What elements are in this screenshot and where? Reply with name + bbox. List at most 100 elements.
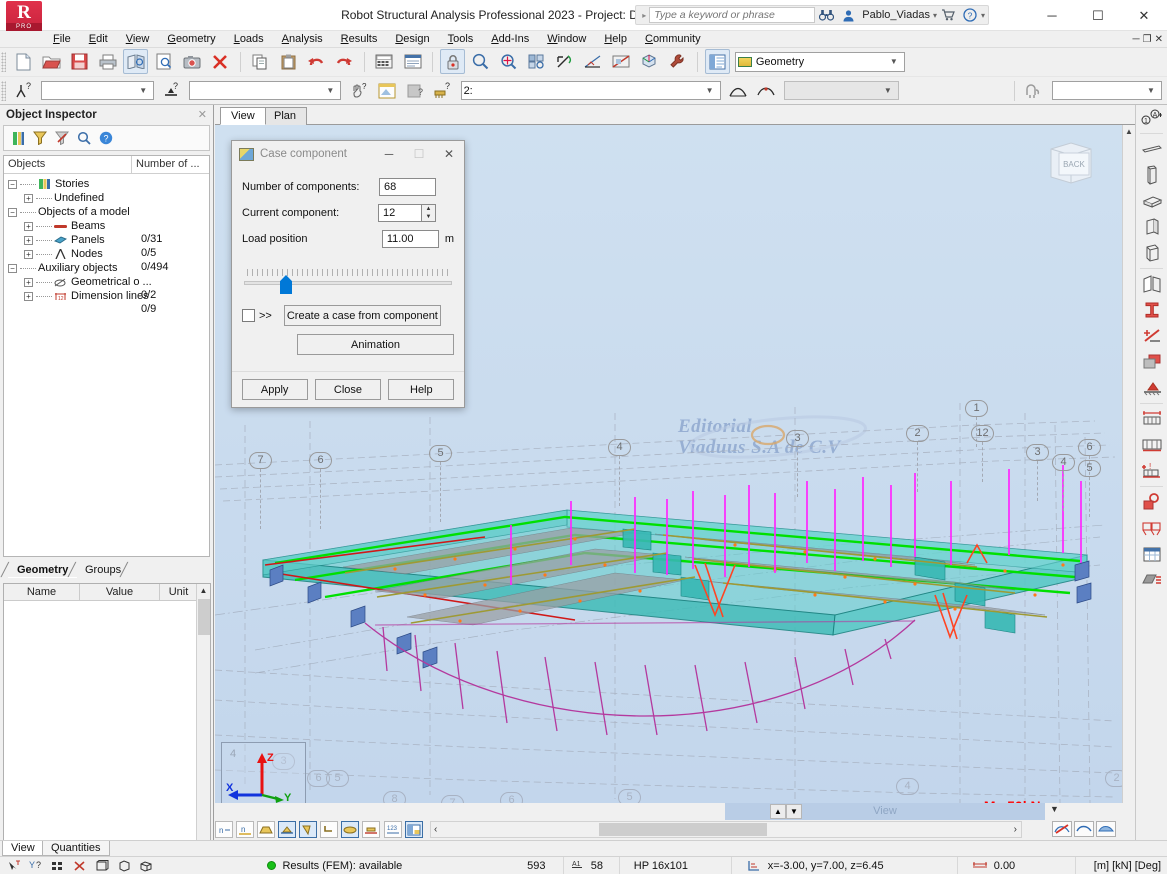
link-release-icon[interactable] xyxy=(1137,489,1167,515)
maximize-button[interactable]: ☐ xyxy=(1075,0,1121,31)
tree-node[interactable]: + Undefined xyxy=(8,191,209,205)
tree-expander-icon[interactable]: + xyxy=(24,193,33,203)
menu-item-edit[interactable]: Edit xyxy=(80,32,117,46)
section-combo[interactable]: ▼ xyxy=(1051,81,1162,100)
search-icon[interactable] xyxy=(75,129,93,147)
menu-item-window[interactable]: Window xyxy=(538,32,595,46)
support-query-icon[interactable]: ? xyxy=(159,78,184,103)
scroll-right-icon[interactable]: › xyxy=(1014,822,1017,837)
slab-icon[interactable] xyxy=(1137,188,1167,214)
mesh-icon[interactable] xyxy=(1137,515,1167,541)
scroll-up-icon[interactable]: ▲ xyxy=(197,584,210,598)
dimensions-icon[interactable]: 123 xyxy=(383,821,402,838)
panel-display-icon[interactable] xyxy=(374,78,399,103)
component-slider[interactable] xyxy=(244,269,452,295)
scroll-up-icon[interactable]: ▲ xyxy=(1123,125,1135,138)
lock-icon[interactable] xyxy=(440,49,466,74)
shaded-render-icon[interactable] xyxy=(1096,821,1116,837)
spinner-down-icon[interactable]: ▼ xyxy=(422,213,435,221)
menu-item-community[interactable]: Community xyxy=(636,32,710,46)
mdi-close-button[interactable]: ✕ xyxy=(1155,34,1163,45)
search-expander-icon[interactable]: ▸ xyxy=(639,11,649,20)
object-tree[interactable]: Objects Number of ... − Stories + Undefined… xyxy=(3,155,210,557)
projection-icon[interactable] xyxy=(552,49,577,74)
close-button-dialog[interactable]: Close xyxy=(314,379,381,400)
menu-item-view[interactable]: View xyxy=(117,32,159,46)
load-query-icon[interactable]: ? xyxy=(402,78,427,103)
menu-item-geometry[interactable]: Geometry xyxy=(158,32,224,46)
calculation-report-icon[interactable] xyxy=(400,49,425,74)
menu-item-analysis[interactable]: Analysis xyxy=(273,32,332,46)
menu-item-design[interactable]: Design xyxy=(386,32,438,46)
paste-icon[interactable] xyxy=(276,49,301,74)
tab-view[interactable]: View xyxy=(220,107,266,125)
menu-item-results[interactable]: Results xyxy=(332,32,387,46)
properties-scrollbar[interactable]: ▲ xyxy=(196,584,210,874)
wall-icon[interactable] xyxy=(1137,214,1167,240)
close-button[interactable]: ✕ xyxy=(1121,0,1167,31)
input-number-of-components[interactable] xyxy=(379,178,436,196)
panel-icon[interactable] xyxy=(1137,240,1167,266)
case-component-dialog[interactable]: Case component ─ ☐ ✕ Number of component… xyxy=(231,140,465,408)
grid-snap-icon[interactable] xyxy=(50,859,66,873)
opening-icon[interactable] xyxy=(1137,271,1167,297)
mdi-minimize-button[interactable]: ─ xyxy=(1133,34,1140,45)
toolbar-grip[interactable] xyxy=(1,80,6,101)
preferences-wrench-icon[interactable] xyxy=(665,49,690,74)
help-menu-chevron-down-icon[interactable]: ▾ xyxy=(981,11,985,20)
elephant-left-icon[interactable] xyxy=(1022,78,1047,103)
node-selection-combo[interactable]: ▼ xyxy=(41,81,155,100)
release-display-icon[interactable] xyxy=(320,821,339,838)
tree-node[interactable]: − Stories xyxy=(8,177,209,191)
dimension-line-icon[interactable] xyxy=(1137,406,1167,432)
tree-node[interactable]: − Auxiliary objects xyxy=(8,261,209,275)
support-line-icon[interactable] xyxy=(362,821,381,838)
chevron-down-icon[interactable]: ▼ xyxy=(886,57,902,66)
pan-zoom-icon[interactable] xyxy=(496,49,521,74)
open-file-icon[interactable] xyxy=(39,49,64,74)
zoom-window-icon[interactable] xyxy=(468,49,493,74)
slider-track[interactable] xyxy=(244,281,452,285)
wireframe-icon[interactable] xyxy=(1074,821,1094,837)
diagram2-icon[interactable] xyxy=(754,78,779,103)
viewport-horizontal-scrollbar[interactable]: ‹ › xyxy=(430,821,1022,838)
help-circle-icon[interactable]: ? xyxy=(959,8,981,22)
dimension-display-icon[interactable] xyxy=(580,49,605,74)
no-render-icon[interactable] xyxy=(1052,821,1072,837)
y-query-icon[interactable]: Y? xyxy=(28,859,44,873)
hand-query-icon[interactable]: ? xyxy=(346,78,371,103)
cart-icon[interactable] xyxy=(937,9,959,21)
menu-item-file[interactable]: File xyxy=(44,32,80,46)
chevron-down-icon[interactable]: ▼ xyxy=(702,86,718,95)
select-mode-icon[interactable] xyxy=(6,859,22,873)
support-definition-icon[interactable] xyxy=(1137,323,1167,349)
help-icon[interactable]: ? xyxy=(97,129,115,147)
copy-icon[interactable] xyxy=(248,49,273,74)
slider-thumb[interactable] xyxy=(280,275,292,294)
menu-item-help[interactable]: Help xyxy=(595,32,636,46)
zoom-all-icon[interactable] xyxy=(524,49,549,74)
bottom-tab-quantities[interactable]: Quantities xyxy=(42,841,110,856)
cube-view-icon[interactable] xyxy=(116,859,132,873)
scroll-thumb[interactable] xyxy=(198,599,210,635)
print-preview-icon[interactable] xyxy=(123,49,149,74)
toolbar-grip[interactable] xyxy=(1,51,6,72)
panel-fill-icon[interactable] xyxy=(341,821,360,838)
calculations-icon[interactable] xyxy=(372,49,397,74)
print-setup-icon[interactable] xyxy=(151,49,176,74)
tree-node[interactable]: + Panels 0/5 xyxy=(8,233,209,259)
tree-expander-icon[interactable]: + xyxy=(24,221,33,231)
view-step-up-icon[interactable]: ▲ xyxy=(770,804,786,819)
snap-off-icon[interactable] xyxy=(72,859,88,873)
node-display-icon[interactable]: n xyxy=(215,821,233,838)
tree-node[interactable]: + Nodes 0/494 xyxy=(8,247,209,273)
input-load-position[interactable] xyxy=(381,230,439,248)
load-case-query-icon[interactable]: ? xyxy=(431,78,456,103)
view-selector-chevron-down-icon[interactable]: ▼ xyxy=(1050,804,1059,814)
tree-expander-icon[interactable]: − xyxy=(8,179,17,189)
chevron-down-icon[interactable]: ▼ xyxy=(1143,86,1159,95)
menu-item-loads[interactable]: Loads xyxy=(225,32,273,46)
results-table-icon[interactable] xyxy=(1137,541,1167,567)
binoculars-icon[interactable] xyxy=(815,9,838,21)
menu-item-add-ins[interactable]: Add-Ins xyxy=(482,32,538,46)
